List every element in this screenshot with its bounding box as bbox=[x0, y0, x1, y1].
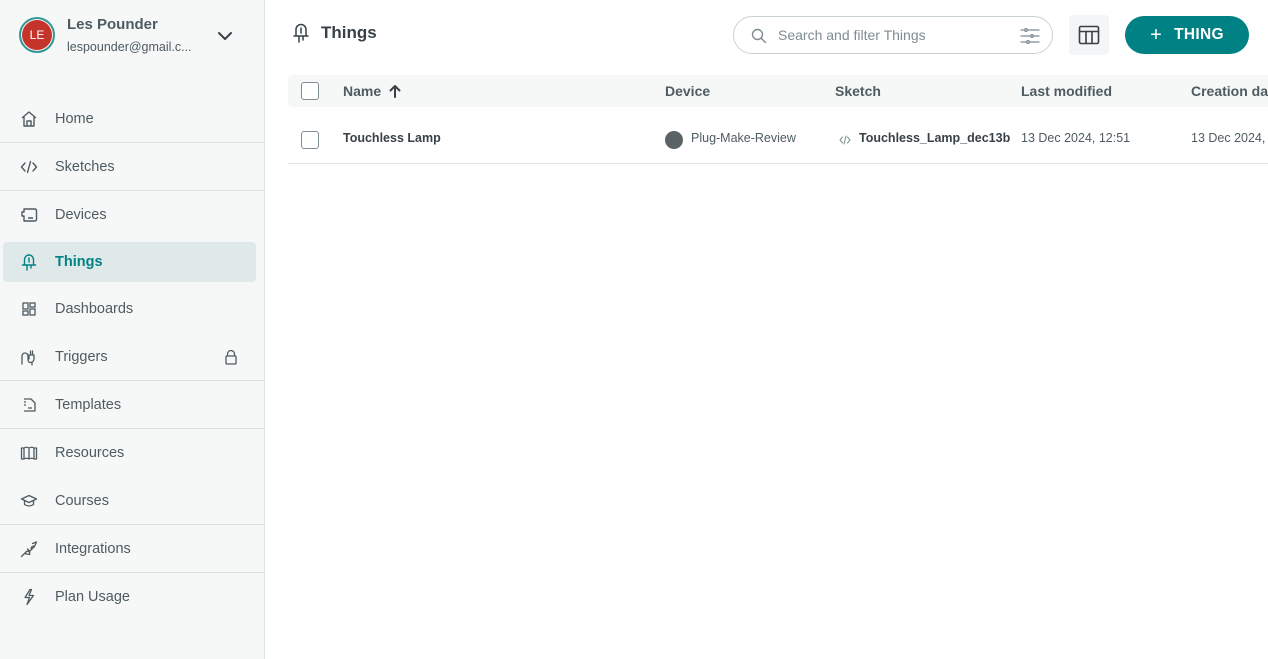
sketch-name[interactable]: Touchless_Lamp_dec13b bbox=[859, 131, 1010, 145]
sidebar-item-label: Courses bbox=[55, 492, 109, 509]
sidebar-item-devices[interactable]: Devices bbox=[0, 191, 264, 239]
sidebar-item-templates[interactable]: Templates bbox=[0, 381, 264, 429]
sidebar-item-label: Devices bbox=[55, 207, 107, 223]
lightning-icon bbox=[24, 588, 35, 606]
page-title: Things bbox=[321, 23, 377, 42]
sidebar-item-label: Plan Usage bbox=[55, 589, 130, 605]
template-icon bbox=[24, 397, 36, 412]
table-header: Name Device Sketch Last modified Creatio… bbox=[288, 75, 1268, 107]
column-header-name[interactable]: Name bbox=[343, 83, 401, 99]
home-icon bbox=[21, 110, 37, 127]
avatar: LE bbox=[19, 17, 55, 53]
add-thing-button[interactable]: + THING bbox=[1125, 16, 1249, 54]
sidebar-item-label: Integrations bbox=[55, 540, 131, 557]
device-name[interactable]: Plug-Make-Review bbox=[691, 131, 796, 145]
sidebar-item-integrations[interactable]: Integrations bbox=[0, 525, 264, 573]
row-checkbox[interactable] bbox=[301, 131, 319, 149]
device-icon bbox=[21, 208, 38, 222]
column-header-last-modified[interactable]: Last modified bbox=[1021, 83, 1112, 99]
code-icon bbox=[20, 160, 38, 173]
sidebar: LE Les Pounder lespounder@gmail.c... Hom… bbox=[0, 0, 265, 659]
code-icon bbox=[839, 135, 851, 145]
sidebar-item-label: Templates bbox=[55, 396, 122, 413]
table-view-button[interactable] bbox=[1069, 15, 1109, 55]
select-all-checkbox[interactable] bbox=[301, 82, 319, 100]
sidebar-item-courses[interactable]: Courses bbox=[0, 477, 264, 525]
sidebar-item-dashboards[interactable]: Dashboards bbox=[0, 285, 264, 333]
last-modified: 13 Dec 2024, 12:51 bbox=[1021, 131, 1131, 145]
things-table: Name Device Sketch Last modified Creatio… bbox=[288, 75, 1268, 164]
user-name: Les Pounder bbox=[67, 16, 158, 33]
table-row[interactable]: Touchless Lamp Plug-Make-Review Touchles… bbox=[288, 107, 1268, 164]
sidebar-item-label: Sketches bbox=[55, 158, 115, 175]
device-status-dot bbox=[665, 131, 683, 149]
sidebar-item-label: Triggers bbox=[55, 348, 108, 365]
book-icon bbox=[20, 446, 38, 460]
sidebar-item-plan-usage[interactable]: Plan Usage bbox=[0, 573, 264, 621]
column-header-creation-date[interactable]: Creation da bbox=[1191, 83, 1268, 99]
chevron-down-icon[interactable] bbox=[216, 27, 234, 45]
sidebar-item-sketches[interactable]: Sketches bbox=[0, 143, 264, 191]
add-thing-label: THING bbox=[1174, 26, 1224, 43]
sidebar-item-triggers[interactable]: Triggers bbox=[0, 333, 264, 381]
sidebar-item-home[interactable]: Home bbox=[0, 95, 264, 143]
plug-icon bbox=[21, 349, 35, 366]
user-menu[interactable]: LE Les Pounder lespounder@gmail.c... bbox=[0, 0, 264, 72]
search-input[interactable] bbox=[778, 25, 1008, 45]
connector-icon bbox=[20, 540, 38, 557]
filter-icon[interactable] bbox=[1019, 26, 1041, 46]
column-header-device[interactable]: Device bbox=[665, 83, 710, 99]
plus-icon: + bbox=[1150, 24, 1163, 46]
graduation-cap-icon bbox=[20, 494, 38, 507]
sidebar-item-label: Resources bbox=[55, 445, 125, 461]
led-icon bbox=[293, 23, 309, 43]
sidebar-item-label: Things bbox=[55, 254, 103, 270]
dashboard-icon bbox=[22, 302, 36, 316]
table-icon bbox=[1078, 25, 1100, 45]
sidebar-item-things[interactable]: Things bbox=[3, 242, 256, 282]
user-email: lespounder@gmail.c... bbox=[67, 40, 192, 54]
search-bar[interactable] bbox=[733, 16, 1053, 54]
sidebar-item-label: Home bbox=[55, 110, 94, 127]
lock-icon bbox=[225, 349, 237, 365]
search-icon bbox=[751, 28, 767, 44]
sidebar-item-resources[interactable]: Resources bbox=[0, 429, 264, 477]
thing-name[interactable]: Touchless Lamp bbox=[343, 131, 441, 145]
column-header-sketch[interactable]: Sketch bbox=[835, 83, 881, 99]
sidebar-nav: Home Sketches Devices Things Dashboards … bbox=[0, 95, 264, 621]
sidebar-item-label: Dashboards bbox=[55, 301, 134, 317]
led-icon bbox=[21, 254, 37, 271]
sort-ascending-icon[interactable] bbox=[389, 84, 401, 98]
creation-date: 13 Dec 2024, bbox=[1191, 131, 1266, 145]
page-header: Things bbox=[291, 22, 377, 44]
